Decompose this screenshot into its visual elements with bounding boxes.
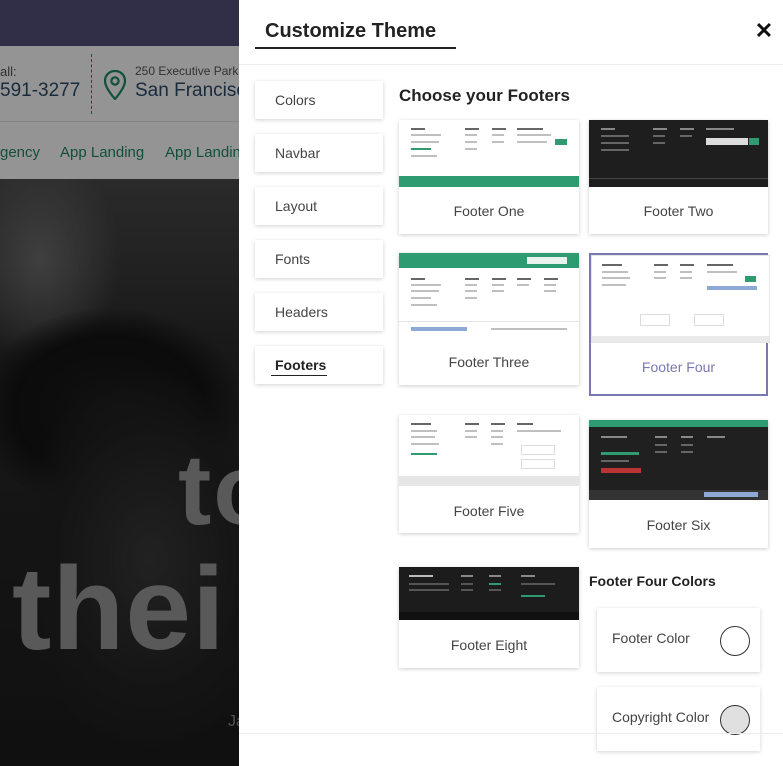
nav-label: Navbar xyxy=(275,145,321,161)
footer-color-swatch[interactable] xyxy=(720,626,750,656)
panel-title: Customize Theme xyxy=(265,20,437,42)
footer-option-eight[interactable]: Footer Eight xyxy=(399,567,579,668)
copyright-color-setting: Copyright Color xyxy=(597,687,760,751)
header-divider xyxy=(239,64,783,65)
nav-colors[interactable]: Colors xyxy=(255,81,383,119)
customize-theme-panel: Customize Theme ✕ Colors Navbar Layout F… xyxy=(239,0,783,766)
footer-option-one[interactable]: Footer One xyxy=(399,120,579,234)
footer-label: Footer Two xyxy=(643,203,714,219)
active-underline xyxy=(271,375,327,376)
footer-thumbnail xyxy=(399,120,579,187)
footer-option-six[interactable]: Footer Six xyxy=(589,420,768,548)
nav-layout[interactable]: Layout xyxy=(255,187,383,225)
footer-label: Footer Five xyxy=(453,503,525,519)
nav-fonts[interactable]: Fonts xyxy=(255,240,383,278)
footer-label: Footer One xyxy=(453,203,525,219)
footer-label: Footer Three xyxy=(448,354,530,370)
footer-color-label: Footer Color xyxy=(612,630,690,646)
footer-label: Footer Eight xyxy=(450,637,528,653)
nav-label: Fonts xyxy=(275,251,311,267)
close-icon[interactable]: ✕ xyxy=(753,20,775,42)
footer-option-two[interactable]: Footer Two xyxy=(589,120,768,234)
section-title: Choose your Footers xyxy=(399,86,570,105)
footer-thumbnail xyxy=(589,120,768,187)
footer-thumbnail xyxy=(591,255,770,343)
footer-label: Footer Six xyxy=(646,517,711,533)
footer-option-three[interactable]: Footer Three xyxy=(399,253,579,385)
copyright-color-label: Copyright Color xyxy=(612,709,710,725)
copyright-color-swatch[interactable] xyxy=(720,705,750,735)
footer-thumbnail xyxy=(399,253,579,339)
footer-option-five[interactable]: Footer Five xyxy=(399,415,579,533)
footer-thumbnail xyxy=(399,567,579,620)
footer-thumbnail xyxy=(589,420,768,500)
footer-thumbnail xyxy=(399,415,579,486)
nav-footers[interactable]: Footers xyxy=(255,346,383,384)
footer-label: Footer Four xyxy=(641,359,716,375)
footer-divider xyxy=(239,733,783,734)
nav-headers[interactable]: Headers xyxy=(255,293,383,331)
colors-section-title: Footer Four Colors xyxy=(589,573,716,589)
nav-label: Layout xyxy=(275,198,318,214)
footer-option-four[interactable]: Footer Four xyxy=(589,253,770,396)
nav-label: Footers xyxy=(275,357,327,373)
title-underline xyxy=(255,47,456,49)
nav-label: Headers xyxy=(275,304,328,320)
footer-color-setting: Footer Color xyxy=(597,608,760,672)
nav-label: Colors xyxy=(275,92,316,108)
nav-navbar[interactable]: Navbar xyxy=(255,134,383,172)
